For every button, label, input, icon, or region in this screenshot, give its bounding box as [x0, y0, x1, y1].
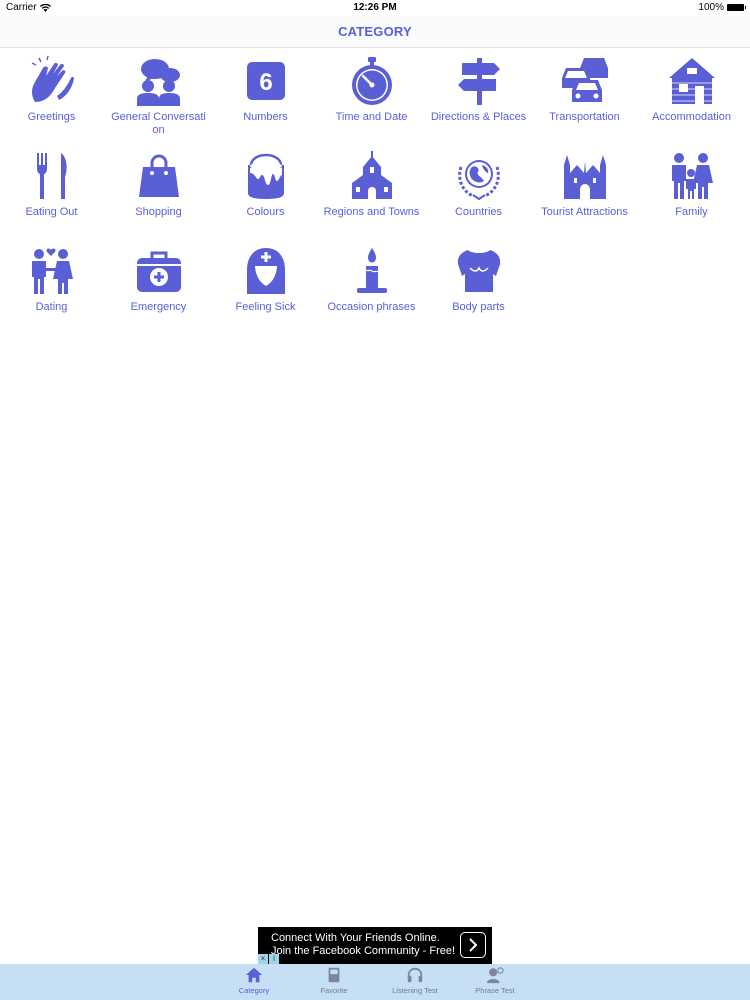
category-general-conversation[interactable]: General Conversation [105, 55, 212, 147]
ad-line-1: Connect With Your Friends Online. [271, 932, 440, 944]
family-icon [666, 150, 718, 202]
battery-info: 100% [698, 2, 746, 13]
couple-icon [26, 245, 78, 297]
tab-listening-test[interactable]: Listening Test [375, 966, 455, 1000]
home-icon [245, 967, 263, 983]
chevron-right-icon [469, 938, 478, 952]
category-time-and-date[interactable]: Time and Date [318, 55, 425, 147]
battery-icon [727, 4, 746, 11]
tab-label: Phrase Test [475, 986, 515, 995]
category-dating[interactable]: Dating [0, 245, 105, 337]
signpost-icon [453, 55, 505, 107]
category-transportation[interactable]: Transportation [531, 55, 638, 147]
category-family[interactable]: Family [638, 150, 745, 242]
category-label: Time and Date [335, 111, 408, 123]
status-bar: Carrier 12:26 PM 100% [0, 0, 750, 16]
ad-line-2: Join the Facebook Community - Free! [271, 945, 456, 957]
nurse-icon [240, 245, 292, 297]
shopping-bag-icon [133, 150, 185, 202]
tab-label: Category [238, 986, 270, 995]
category-label: Colours [246, 206, 285, 218]
category-label: Tourist Attractions [541, 206, 628, 218]
category-label: Occasion phrases [327, 301, 416, 313]
clapping-hands-icon [26, 55, 78, 107]
conversation-icon [133, 55, 185, 107]
category-label: Eating Out [25, 206, 78, 218]
category-label: Feeling Sick [235, 301, 296, 313]
category-label: Shopping [135, 206, 182, 218]
globe-emblem-icon [453, 150, 505, 202]
category-occasion-phrases[interactable]: Occasion phrases [318, 245, 425, 337]
category-body-parts[interactable]: Body parts [425, 245, 532, 337]
category-directions-places[interactable]: Directions & Places [425, 55, 532, 147]
headphones-icon [407, 967, 423, 983]
category-emergency[interactable]: Emergency [105, 245, 212, 337]
category-eating-out[interactable]: Eating Out [0, 150, 105, 242]
ad-info-icon[interactable]: i [269, 954, 279, 964]
category-label: Greetings [27, 111, 76, 123]
tab-label: Favorite [320, 986, 348, 995]
cars-icon [559, 55, 611, 107]
category-label: Regions and Towns [323, 206, 420, 218]
tab-label: Listening Test [392, 986, 438, 995]
category-accommodation[interactable]: Accommodation [638, 55, 745, 147]
category-regions-towns[interactable]: Regions and Towns [318, 150, 425, 242]
person-speech-icon [486, 967, 504, 984]
category-label: Family [675, 206, 708, 218]
battery-percent: 100% [698, 2, 724, 13]
tab-category[interactable]: Category [214, 966, 294, 1000]
category-numbers[interactable]: 6 Numbers [212, 55, 319, 147]
ad-banner[interactable]: Connect With Your Friends Online. Join t… [258, 927, 492, 964]
ad-text: Connect With Your Friends Online. Join t… [271, 932, 455, 958]
book-icon [328, 967, 340, 983]
category-colours[interactable]: Colours [212, 150, 319, 242]
tab-bar: Category Favorite Listening Test Phrase … [0, 964, 750, 1000]
page-title: CATEGORY [338, 24, 412, 39]
tab-favorite[interactable]: Favorite [294, 966, 374, 1000]
svg-text:6: 6 [259, 69, 272, 96]
candle-icon [346, 245, 398, 297]
category-label: Countries [454, 206, 503, 218]
ad-close-icon[interactable]: × [258, 954, 268, 964]
category-label: Emergency [130, 301, 187, 313]
category-label: Numbers [243, 111, 288, 123]
category-label: Body parts [452, 301, 505, 313]
paint-bucket-icon [240, 150, 292, 202]
ad-badges: × i [258, 954, 280, 964]
log-cabin-icon [666, 55, 718, 107]
castle-icon [559, 150, 611, 202]
category-greetings[interactable]: Greetings [0, 55, 105, 147]
category-feeling-sick[interactable]: Feeling Sick [212, 245, 319, 337]
category-label: Transportation [549, 111, 620, 123]
stopwatch-icon [346, 55, 398, 107]
category-label: Dating [35, 301, 68, 313]
category-shopping[interactable]: Shopping [105, 150, 212, 242]
number-six-icon: 6 [240, 55, 292, 107]
category-label: Accommodation [652, 111, 731, 123]
category-countries[interactable]: Countries [425, 150, 532, 242]
navigation-bar: CATEGORY [0, 16, 750, 48]
status-time: 12:26 PM [353, 2, 397, 13]
torso-icon [453, 245, 505, 297]
fork-knife-icon [26, 150, 78, 202]
tab-phrase-test[interactable]: Phrase Test [455, 966, 535, 1000]
ad-arrow-button[interactable] [460, 932, 486, 958]
first-aid-kit-icon [133, 245, 185, 297]
category-label: General Conversation [111, 111, 206, 136]
church-icon [346, 150, 398, 202]
category-label: Directions & Places [430, 111, 527, 123]
category-tourist-attractions[interactable]: Tourist Attractions [531, 150, 638, 242]
